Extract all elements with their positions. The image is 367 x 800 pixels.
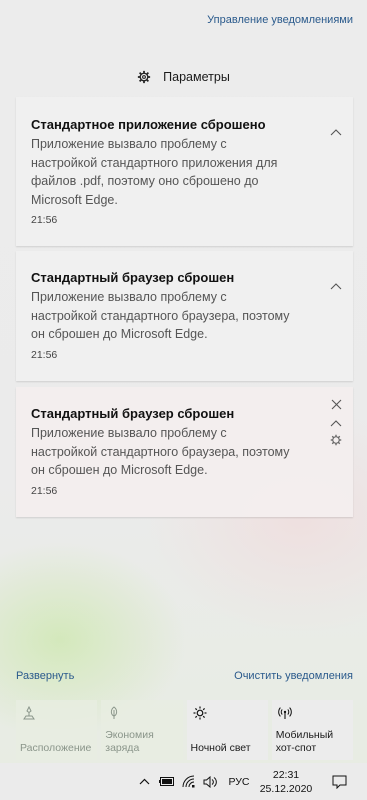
clear-notifications-link[interactable]: Очистить уведомления	[234, 670, 353, 686]
quick-action-label: Ночной свет	[190, 742, 251, 754]
notification-card[interactable]: Стандартный браузер сброшен Приложение в…	[16, 251, 353, 381]
quick-action-label: Экономия заряда	[105, 729, 154, 754]
chevron-up-icon	[330, 129, 342, 136]
notification-body: Приложение вызвало проблему с настройкой…	[31, 288, 325, 344]
notification-settings-button[interactable]	[329, 433, 343, 447]
quick-action-location[interactable]: Расположение	[16, 700, 98, 760]
action-center-button[interactable]	[322, 763, 356, 800]
close-icon	[331, 399, 341, 409]
notification-body-line: Приложение вызвало проблему с	[31, 290, 227, 304]
group-title: Параметры	[163, 70, 230, 84]
collapse-button[interactable]	[329, 416, 343, 430]
battery-button[interactable]	[156, 763, 178, 800]
collapse-button[interactable]	[329, 279, 343, 293]
notification-time: 21:56	[31, 485, 58, 497]
quick-action-label: Расположение	[20, 742, 92, 754]
notification-body-line: настройкой стандартного браузера, поэтом…	[31, 308, 290, 323]
sun-icon	[193, 706, 206, 720]
notification-group-header: Параметры	[0, 67, 367, 87]
clock-button[interactable]: 22:31 25.12.2020	[256, 763, 316, 800]
chevron-up-icon	[139, 778, 149, 785]
quick-action-label: Мобильный хот-спот	[275, 729, 334, 754]
expand-link[interactable]: Развернуть	[16, 670, 74, 686]
network-button[interactable]	[179, 763, 199, 800]
notification-title: Стандартное приложение сброшено	[31, 117, 266, 132]
volume-button[interactable]	[200, 763, 220, 800]
wifi-icon	[182, 775, 195, 788]
gear-icon	[138, 70, 151, 84]
battery-saver-icon	[111, 706, 118, 719]
notification-title: Стандартный браузер сброшен	[31, 270, 235, 285]
taskbar: РУС 22:31 25.12.2020	[0, 763, 367, 800]
dismiss-button[interactable]	[329, 397, 343, 411]
chevron-up-icon	[330, 420, 342, 427]
clock-time: 22:31	[272, 768, 300, 781]
notification-body-line: он сброшен до Microsoft Edge.	[31, 327, 208, 341]
notification-body-line: Приложение вызвало проблему с	[31, 426, 227, 440]
action-center-footer: Развернуть Очистить уведомления	[16, 670, 353, 686]
notification-card[interactable]: Стандартный браузер сброшен Приложение в…	[16, 387, 353, 517]
battery-icon	[159, 777, 174, 786]
show-hidden-icons-button[interactable]	[134, 763, 154, 800]
notification-body-line: настройкой стандартного приложения для	[31, 155, 278, 170]
hotspot-icon	[278, 707, 292, 719]
notification-title: Стандартный браузер сброшен	[31, 406, 235, 421]
volume-icon	[203, 775, 217, 788]
chevron-up-icon	[330, 283, 342, 290]
quick-action-night-light[interactable]: Ночной свет	[186, 700, 268, 760]
notification-body: Приложение вызвало проблему с настройкой…	[31, 135, 325, 209]
location-icon	[23, 706, 35, 720]
manage-notifications-link[interactable]: Управление уведомлениями	[207, 14, 353, 26]
action-center-icon	[332, 775, 346, 789]
notification-body: Приложение вызвало проблему с настройкой…	[31, 424, 325, 480]
notification-body-line: настройкой стандартного браузера, поэтом…	[31, 444, 290, 459]
notification-body-line: файлов .pdf, поэтому оно сброшено до	[31, 174, 259, 188]
notification-time: 21:56	[31, 349, 58, 361]
notification-body-line: он сброшен до Microsoft Edge.	[31, 463, 208, 477]
notification-body-line: Приложение вызвало проблему с	[31, 137, 227, 151]
input-language-button[interactable]: РУС	[224, 763, 254, 800]
notification-card[interactable]: Стандартное приложение сброшено Приложен…	[16, 97, 353, 246]
notification-time: 21:56	[31, 214, 58, 226]
gear-icon	[330, 434, 342, 446]
quick-action-mobile-hotspot[interactable]: Мобильный хот-спот	[271, 700, 353, 760]
notification-body-line: Microsoft Edge.	[31, 192, 118, 207]
quick-actions: Расположение Экономия заряда Ночной свет	[16, 700, 353, 760]
quick-action-battery-saver[interactable]: Экономия заряда	[101, 700, 183, 760]
clock-date: 25.12.2020	[259, 782, 313, 795]
collapse-button[interactable]	[329, 125, 343, 139]
